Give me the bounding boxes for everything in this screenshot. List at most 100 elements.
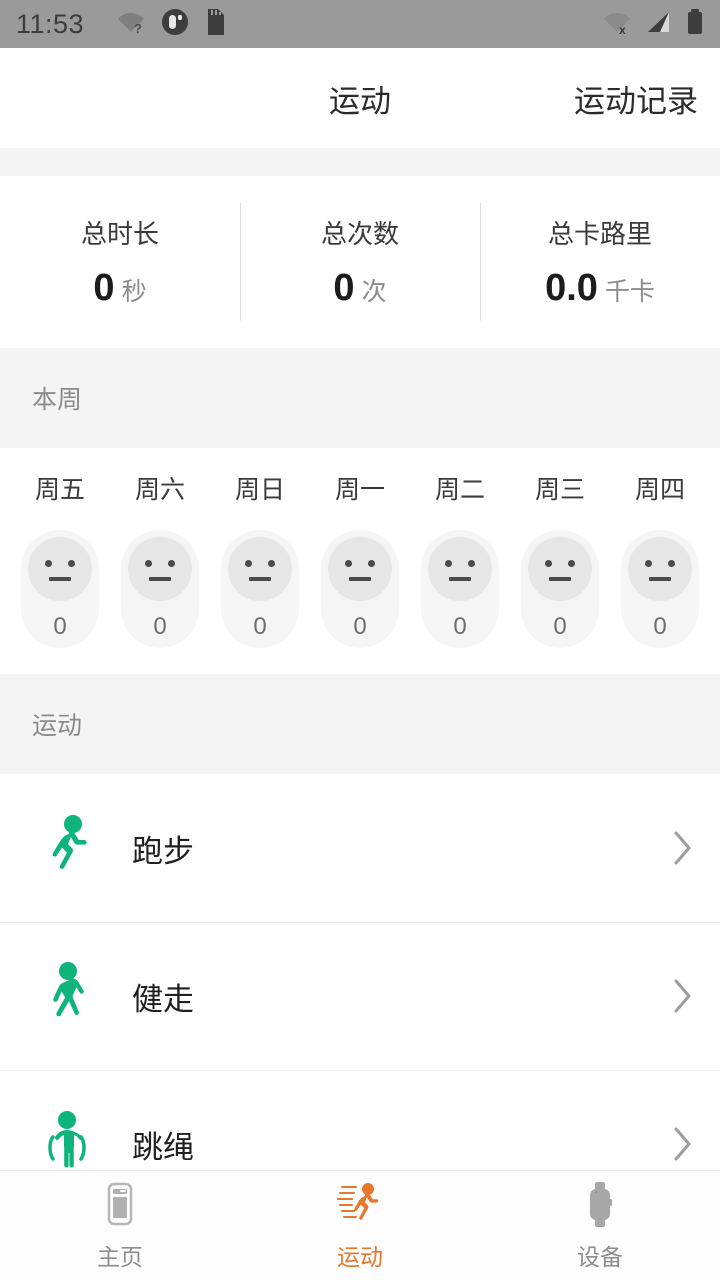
status-bar: 11:53 ? x xyxy=(0,0,720,48)
week-day-0[interactable]: 周五 0 xyxy=(10,470,110,648)
sd-card-icon xyxy=(204,7,226,42)
sync-circle-icon xyxy=(160,7,190,42)
running-person-icon xyxy=(36,813,98,883)
stat-total-count: 总次数 0 次 xyxy=(240,203,480,321)
status-bar-left: 11:53 ? xyxy=(16,7,602,42)
cellular-signal-icon xyxy=(645,9,673,40)
face-mouth xyxy=(49,577,71,581)
neutral-face-icon xyxy=(228,537,292,601)
week-day-2[interactable]: 周日 0 xyxy=(210,470,310,648)
week-day-pill[interactable]: 0 xyxy=(521,530,599,648)
nav-item-label: 设备 xyxy=(577,1243,623,1270)
stat-label: 总次数 xyxy=(320,219,399,249)
chevron-right-icon xyxy=(672,829,694,867)
face-eye-right xyxy=(668,560,675,567)
face-mouth xyxy=(249,577,271,581)
face-eye-right xyxy=(568,560,575,567)
week-day-name: 周三 xyxy=(534,476,585,504)
nav-item-label: 运动 xyxy=(337,1243,383,1270)
face-eye-right xyxy=(168,560,175,567)
week-day-name: 周五 xyxy=(34,476,85,504)
stat-value-row: 0 次 xyxy=(333,267,386,310)
stat-value-row: 0 秒 xyxy=(93,267,146,310)
exercise-list: 跑步 健走 跳绳 xyxy=(0,774,720,1218)
nav-item-exercise[interactable]: 运动 xyxy=(240,1171,480,1280)
face-mouth xyxy=(649,577,671,581)
wifi-question-icon: ? xyxy=(116,9,146,40)
stat-value: 0.0 xyxy=(545,267,598,309)
face-eye-left xyxy=(645,560,652,567)
week-day-3[interactable]: 周一 0 xyxy=(310,470,410,648)
week-day-name: 周日 xyxy=(234,476,285,504)
exercise-section-header: 运动 xyxy=(0,674,720,774)
summary-stats: 总时长 0 秒 总次数 0 次 总卡路里 0.0 千卡 xyxy=(0,176,720,348)
week-strip: 周五 0 周六 0 周日 0 周一 0 周二 0 周三 0 周四 0 xyxy=(0,448,720,674)
svg-text:?: ? xyxy=(134,21,142,35)
nav-item-device[interactable]: 设备 xyxy=(480,1171,720,1280)
week-day-1[interactable]: 周六 0 xyxy=(110,470,210,648)
face-eye-left xyxy=(45,560,52,567)
face-eye-left xyxy=(445,560,452,567)
title-bar: 运动 运动记录 xyxy=(0,48,720,148)
face-eye-right xyxy=(368,560,375,567)
exercise-item-label: 健走 xyxy=(132,981,194,1017)
wifi-off-icon: x xyxy=(602,9,632,40)
home-phone-icon xyxy=(94,1180,146,1230)
stat-value: 0 xyxy=(333,267,355,309)
week-section-header: 本周 xyxy=(0,348,720,448)
walking-person-icon xyxy=(36,961,98,1031)
face-mouth xyxy=(549,577,571,581)
week-day-count: 0 xyxy=(253,613,267,640)
week-section-title: 本周 xyxy=(32,386,83,414)
nav-item-home[interactable]: 主页 xyxy=(0,1171,240,1280)
week-day-name: 周六 xyxy=(134,476,185,504)
face-mouth xyxy=(449,577,471,581)
neutral-face-icon xyxy=(628,537,692,601)
week-day-pill[interactable]: 0 xyxy=(221,530,299,648)
week-day-6[interactable]: 周四 0 xyxy=(610,470,710,648)
week-day-count: 0 xyxy=(553,613,567,640)
face-eye-left xyxy=(545,560,552,567)
face-eye-right xyxy=(68,560,75,567)
exercise-item-running[interactable]: 跑步 xyxy=(0,774,720,922)
chevron-right-icon xyxy=(672,1125,694,1163)
exercise-item-label: 跳绳 xyxy=(132,1129,194,1165)
week-day-name: 周四 xyxy=(634,476,685,504)
app-screen: 11:53 ? x 运动 运动记录 总时长 0 秒 总次数 0 次 总卡路里 0… xyxy=(0,0,720,1280)
running-person-icon xyxy=(334,1180,386,1230)
stat-unit: 千卡 xyxy=(604,278,655,306)
jump-rope-person-icon xyxy=(36,1109,98,1179)
svg-text:x: x xyxy=(619,23,626,35)
status-bar-right: x xyxy=(602,8,704,41)
exercise-item-walking[interactable]: 健走 xyxy=(0,922,720,1070)
week-day-pill[interactable]: 0 xyxy=(321,530,399,648)
week-day-pill[interactable]: 0 xyxy=(121,530,199,648)
neutral-face-icon xyxy=(128,537,192,601)
stat-label: 总时长 xyxy=(80,219,159,249)
exercise-section-title: 运动 xyxy=(32,712,83,740)
week-day-count: 0 xyxy=(153,613,167,640)
stat-total-calories: 总卡路里 0.0 千卡 xyxy=(480,203,720,321)
nav-item-label: 主页 xyxy=(97,1243,143,1270)
neutral-face-icon xyxy=(428,537,492,601)
chevron-right-icon xyxy=(672,977,694,1015)
neutral-face-icon xyxy=(328,537,392,601)
face-mouth xyxy=(149,577,171,581)
stat-unit: 次 xyxy=(361,278,387,306)
week-day-count: 0 xyxy=(353,613,367,640)
week-days-row: 周五 0 周六 0 周日 0 周一 0 周二 0 周三 0 周四 0 xyxy=(10,470,710,648)
week-day-pill[interactable]: 0 xyxy=(21,530,99,648)
face-eye-left xyxy=(245,560,252,567)
stat-unit: 秒 xyxy=(121,278,147,306)
week-day-pill[interactable]: 0 xyxy=(421,530,499,648)
week-day-name: 周一 xyxy=(334,476,385,504)
week-day-pill[interactable]: 0 xyxy=(621,530,699,648)
smartwatch-icon xyxy=(574,1180,626,1230)
week-day-5[interactable]: 周三 0 xyxy=(510,470,610,648)
exercise-records-link[interactable]: 运动记录 xyxy=(574,76,698,121)
week-day-4[interactable]: 周二 0 xyxy=(410,470,510,648)
neutral-face-icon xyxy=(28,537,92,601)
face-eye-right xyxy=(468,560,475,567)
stat-value-row: 0.0 千卡 xyxy=(545,267,655,310)
battery-full-icon xyxy=(686,8,704,41)
